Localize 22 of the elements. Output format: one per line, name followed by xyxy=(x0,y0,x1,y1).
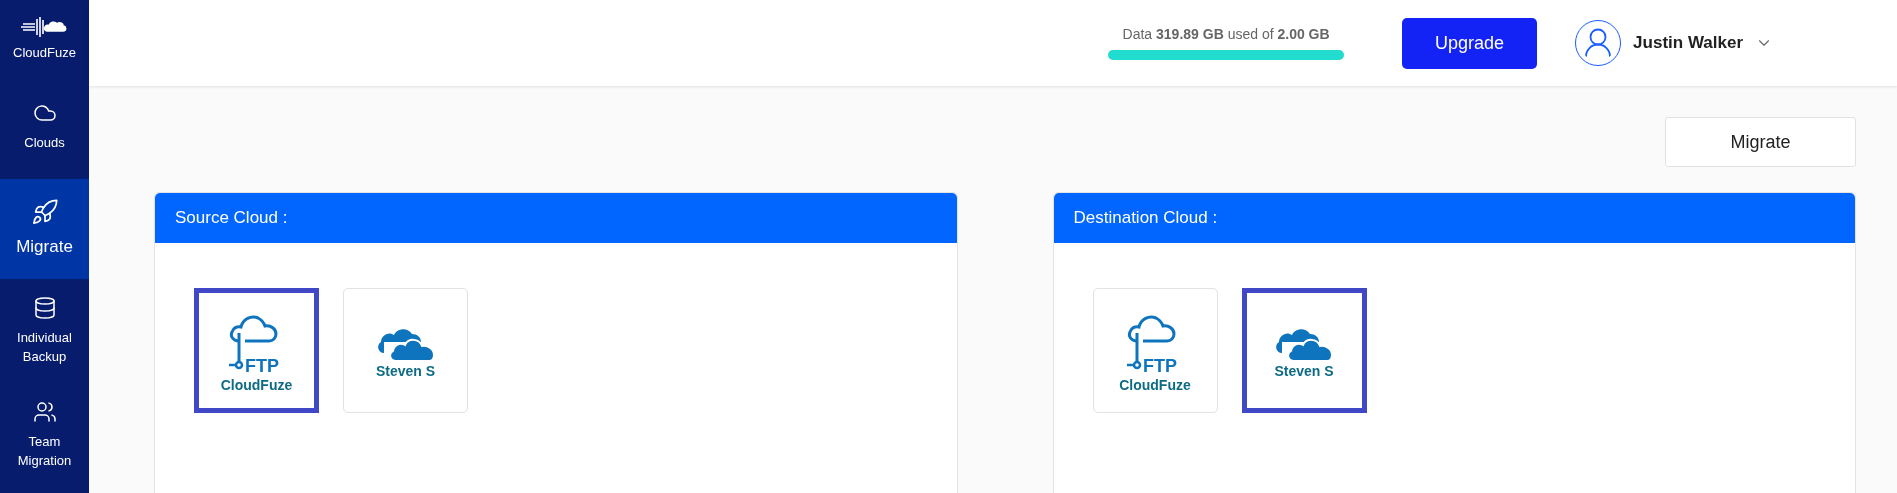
data-usage-text: Data 319.89 GB used of 2.00 GB xyxy=(1122,26,1330,42)
panel-title: Destination Cloud : xyxy=(1053,193,1855,243)
cloud-name: Steven S xyxy=(375,362,436,379)
cloud-name: CloudFuze xyxy=(1119,376,1191,393)
user-name[interactable]: Justin Walker xyxy=(1633,33,1743,53)
sidebar-item[interactable]: Migrate xyxy=(0,179,89,279)
database-icon xyxy=(32,295,57,320)
cloud-name: CloudFuze xyxy=(220,376,293,393)
rocket-icon xyxy=(30,198,59,227)
upgrade-button[interactable]: Upgrade xyxy=(1402,17,1538,69)
cloud-tile[interactable]: Steven S xyxy=(343,288,468,413)
users-icon xyxy=(32,399,57,424)
cloud-tile[interactable]: FTP CloudFuze xyxy=(1092,288,1218,413)
sidebar-item[interactable]: Individual Backup xyxy=(0,279,89,383)
brand-name: CloudFuze xyxy=(13,45,76,60)
cloud-name: Steven S xyxy=(1274,362,1334,379)
sidebar-item[interactable]: Clouds xyxy=(0,75,89,179)
panel-title: Source Cloud : xyxy=(155,193,957,243)
sidebar-item[interactable]: Team Migration xyxy=(0,383,89,487)
cloud-tile[interactable]: Steven S xyxy=(1241,288,1367,413)
migrate-button[interactable]: Migrate xyxy=(1665,117,1856,167)
cloud-tile[interactable]: FTP CloudFuze xyxy=(194,288,319,413)
